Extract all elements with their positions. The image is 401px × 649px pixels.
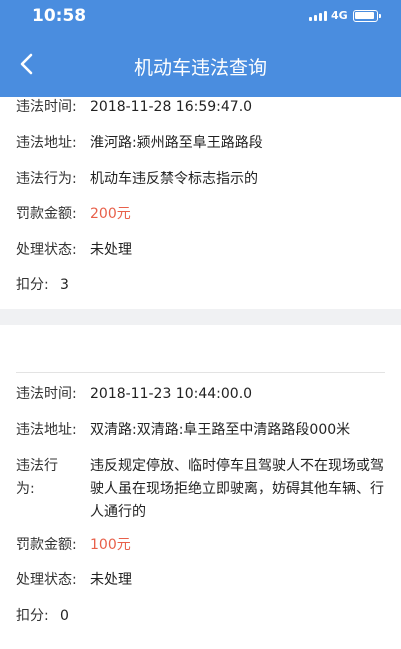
status-bar: 10:58 4G (0, 0, 401, 32)
status-time: 10:58 (32, 6, 87, 26)
points-label: 扣分: (16, 608, 49, 624)
time-label: 违法时间: (16, 386, 77, 402)
time-value: 2018-11-28 16:59:47.0 (90, 99, 253, 115)
section-divider (0, 309, 401, 325)
network-type: 4G (331, 9, 348, 22)
time-label: 违法时间: (16, 99, 77, 115)
status-value: 未处理 (90, 572, 132, 588)
fine-value: 100元 (90, 537, 131, 553)
header-bar: 10:58 4G 机动车违法查询 (0, 0, 401, 97)
behavior-value: 违反规定停放、临时停车且驾驶人不在现场或驾驶人虽在现场拒绝立即驶离，妨碍其他车辆… (90, 458, 384, 520)
location-value: 双清路:双清路:阜王路至中清路路段000米 (90, 422, 351, 438)
fine-label: 罚款金额: (16, 206, 77, 222)
location-label: 违法地址: (16, 422, 77, 438)
status-label: 处理状态: (16, 572, 77, 588)
location-label: 违法地址: (16, 135, 77, 151)
divider-line (16, 372, 385, 373)
status-label: 处理状态: (16, 242, 77, 258)
behavior-label: 违法行为: (16, 458, 58, 497)
behavior-label: 违法行为: (16, 171, 77, 187)
battery-icon (353, 10, 381, 22)
points-label: 扣分: (16, 277, 49, 293)
page-title: 机动车违法查询 (133, 57, 267, 79)
behavior-value: 机动车违反禁令标志指示的 (90, 171, 258, 187)
fine-label: 罚款金额: (16, 537, 77, 553)
location-value: 淮河路:颍州路至阜王路路段 (90, 135, 263, 151)
violation-record: 违法时间: 2018-11-23 10:44:00.0 违法地址: 双清路:双清… (0, 385, 401, 635)
nav-bar: 机动车违法查询 (0, 32, 401, 97)
time-value: 2018-11-23 10:44:00.0 (90, 386, 253, 402)
points-value: 0 (60, 608, 69, 624)
violation-record: 违法时间: 2018-11-28 16:59:47.0 违法地址: 淮河路:颍州… (0, 97, 401, 309)
status-value: 未处理 (90, 242, 132, 258)
points-value: 3 (60, 277, 69, 293)
fine-value: 200元 (90, 206, 131, 222)
signal-icon (309, 11, 327, 21)
